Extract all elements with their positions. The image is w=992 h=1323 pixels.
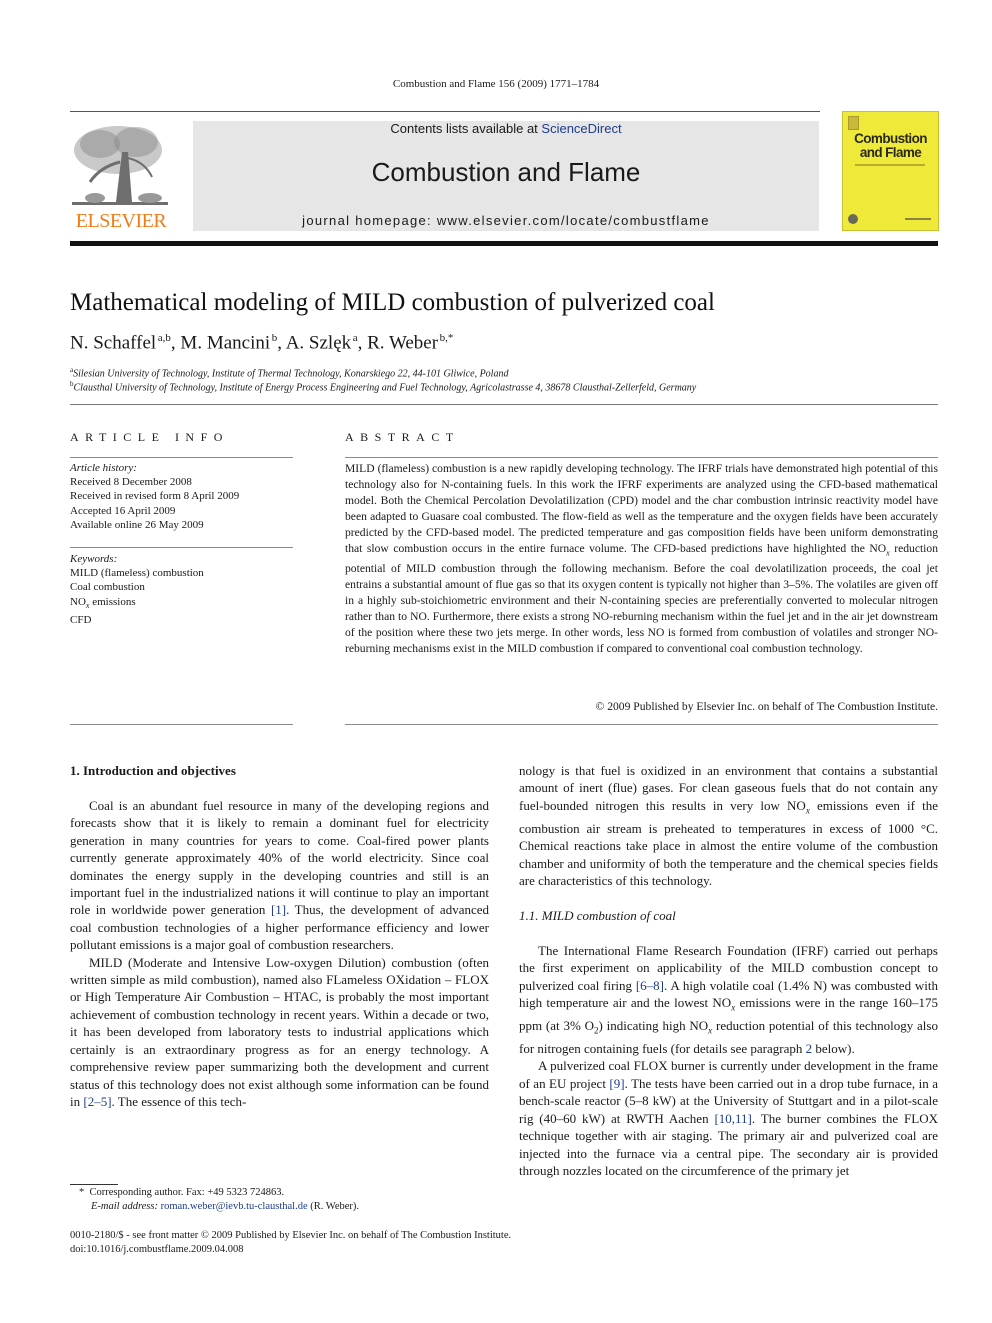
sciencedirect-link[interactable]: ScienceDirect — [541, 121, 621, 136]
tree-logo-icon — [72, 126, 168, 205]
affiliation-text: Silesian University of Technology, Insti… — [73, 368, 509, 380]
keywords-label: Keywords: — [70, 553, 118, 565]
footnote-text: Corresponding author. Fax: +49 5323 7248… — [89, 1187, 285, 1198]
paragraph-text: below). — [812, 1041, 855, 1057]
citation-link[interactable]: [2–5] — [83, 1094, 111, 1109]
paragraph-text: Coal is an abundant fuel resource in man… — [70, 798, 489, 918]
subsection-heading: 1.1. MILD combustion of coal — [519, 908, 676, 924]
paragraph: Coal is an abundant fuel resource in man… — [70, 797, 489, 954]
author-separator: , — [170, 332, 181, 354]
abstract-text-part: reduction potential of MILD combustion t… — [345, 542, 939, 656]
email-link[interactable]: roman.weber@ievb.tu-clausthal.de — [161, 1201, 308, 1212]
cover-emblem-icon — [848, 116, 859, 130]
doi-link[interactable]: doi:10.1016/j.combustflame.2009.04.008 — [70, 1244, 244, 1255]
paragraph: A pulverized coal FLOX burner is current… — [519, 1057, 938, 1179]
abstract-heading: ABSTRACT — [345, 430, 460, 444]
journal-name: Combustion and Flame — [371, 157, 641, 187]
citation-link[interactable]: [9] — [609, 1076, 624, 1091]
article-info-heading: ARTICLE INFO — [70, 430, 229, 444]
affiliation-text: Clausthal University of Technology, Inst… — [73, 382, 697, 394]
paragraph: MILD (Moderate and Intensive Low-oxygen … — [70, 954, 489, 1111]
abstract-rule — [345, 724, 938, 725]
paragraph: The International Flame Research Foundat… — [519, 942, 938, 1058]
footnote-text: (R. Weber). — [307, 1201, 360, 1212]
abstract-text-part: MILD (flameless) combustion is a new rap… — [345, 462, 938, 555]
header-thick-rule — [70, 241, 938, 246]
author-name[interactable]: M. Mancini — [180, 332, 270, 353]
keyword-text: emissions — [89, 595, 136, 608]
header-rule — [70, 111, 820, 112]
section-heading: 1. Introduction and objectives — [70, 763, 236, 778]
cover-title-line2: and Flame — [859, 145, 922, 160]
history-label: Article history: — [70, 462, 137, 474]
contents-prefix: Contents lists available at — [390, 121, 542, 136]
abstract-rule — [345, 457, 938, 458]
affiliation-b: bClausthal University of Technology, Ins… — [70, 380, 696, 393]
journal-banner: Contents lists available at ScienceDirec… — [193, 121, 819, 231]
cover-title: Combustion and Flame — [843, 132, 938, 160]
abstract-copyright: © 2009 Published by Elsevier Inc. on beh… — [595, 700, 938, 713]
footnote-marker: * — [79, 1187, 85, 1198]
keyword-text: NO — [70, 595, 86, 608]
left-column: Coal is an abundant fuel resource in man… — [70, 797, 489, 1110]
email-label: E-mail address: — [91, 1201, 161, 1212]
affiliation-rule — [70, 404, 938, 405]
keyword-item: NOx emissions — [70, 595, 300, 613]
keyword-item: MILD (flameless) combustion — [70, 567, 204, 580]
keyword-item: Coal combustion — [70, 581, 145, 594]
affiliation-a: aSilesian University of Technology, Inst… — [70, 366, 508, 379]
cover-subtitle-bar — [855, 164, 925, 166]
paragraph-text: MILD (Moderate and Intensive Low-oxygen … — [70, 954, 489, 1109]
keyword-item: CFD — [70, 614, 92, 626]
author-separator: , — [357, 332, 368, 354]
cover-title-line1: Combustion — [854, 131, 927, 146]
citation-link[interactable]: [6–8] — [636, 978, 664, 993]
keywords: Keywords: MILD (flameless) combustion Co… — [70, 552, 300, 627]
history-item: Accepted 16 April 2009 — [70, 504, 176, 517]
author-name[interactable]: R. Weber — [367, 332, 438, 353]
history-item: Received 8 December 2008 — [70, 476, 192, 489]
article-info-rule — [70, 547, 293, 548]
author-affiliation-marker: b,* — [439, 332, 454, 344]
author-name[interactable]: A. Szlęk — [286, 332, 351, 353]
article-history: Article history: Received 8 December 200… — [70, 461, 300, 532]
paragraph-text: . The essence of this tech- — [111, 1093, 247, 1109]
article-info-rule — [70, 457, 293, 458]
cover-seal-icon — [848, 214, 858, 224]
abstract-text: MILD (flameless) combustion is a new rap… — [345, 461, 938, 657]
journal-cover-thumbnail[interactable]: Combustion and Flame — [842, 111, 939, 231]
citation-link[interactable]: [10,11] — [714, 1111, 751, 1126]
history-item: Received in revised form 8 April 2009 — [70, 490, 240, 503]
issn-line: 0010-2180/$ - see front matter © 2009 Pu… — [70, 1230, 512, 1241]
author-separator: , — [277, 332, 286, 354]
author-affiliation-marker: a,b — [157, 332, 171, 344]
running-head: Combustion and Flame 156 (2009) 1771–178… — [392, 78, 600, 90]
cover-publisher-mark — [905, 218, 931, 220]
paragraph-text: ) indicating high NO — [598, 1018, 709, 1034]
elsevier-wordmark: ELSEVIER — [75, 210, 167, 232]
history-item: Available online 26 May 2009 — [70, 518, 204, 531]
footnote-email: E-mail address: roman.weber@ievb.tu-clau… — [91, 1201, 359, 1212]
footnote-rule — [70, 1184, 118, 1185]
author-name[interactable]: N. Schaffel — [70, 332, 156, 353]
footnote-corresponding: * Corresponding author. Fax: +49 5323 72… — [79, 1187, 284, 1198]
citation-link[interactable]: [1] — [271, 902, 286, 917]
right-column: nology is that fuel is oxidized in an en… — [519, 762, 938, 1179]
contents-line: Contents lists available at ScienceDirec… — [193, 121, 819, 136]
author-list: N. Schaffel a,b, M. Mancini b, A. Szlęk … — [70, 332, 453, 354]
article-info-rule — [70, 724, 293, 725]
paragraph: nology is that fuel is oxidized in an en… — [519, 762, 938, 889]
journal-homepage-link[interactable]: journal homepage: www.elsevier.com/locat… — [193, 213, 819, 228]
article-title: Mathematical modeling of MILD combustion… — [70, 289, 715, 316]
elsevier-logo[interactable]: ELSEVIER — [70, 120, 172, 232]
